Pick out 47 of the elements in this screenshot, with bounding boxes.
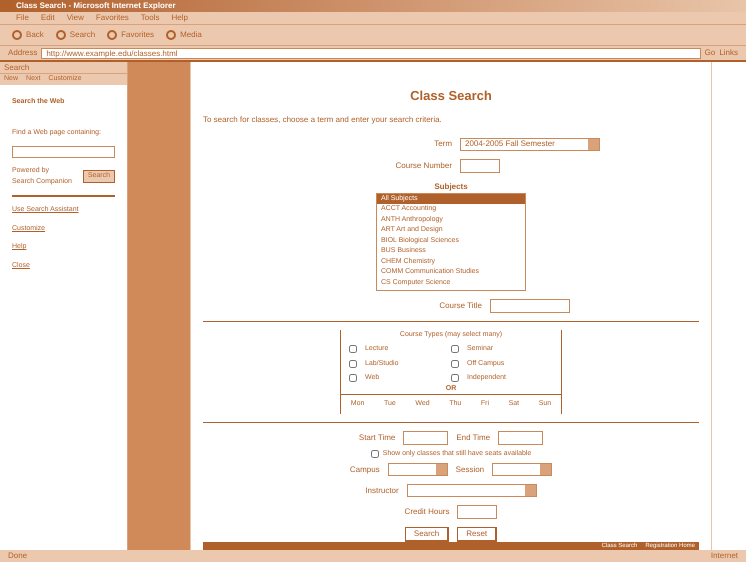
type-checkbox[interactable] <box>349 345 357 354</box>
credits-field[interactable] <box>457 505 498 519</box>
type-checkbox[interactable] <box>451 374 459 382</box>
course-title-field[interactable] <box>490 298 570 312</box>
menu-item[interactable]: Help <box>171 12 188 24</box>
start-time-field[interactable] <box>403 430 448 444</box>
address-field[interactable]: http://www.example.edu/classes.html <box>41 48 701 58</box>
toolbar-button[interactable]: Search <box>56 29 96 41</box>
campus-select[interactable] <box>388 463 448 476</box>
status-text: Done <box>8 550 28 562</box>
end-time-field[interactable] <box>498 430 544 444</box>
page-title: Class Search <box>410 87 492 105</box>
intro-text: To search for classes, choose a term and enter your search criteria. <box>203 114 442 126</box>
term-select[interactable]: 2004-2005 Fall Semester <box>460 138 600 150</box>
session-select[interactable] <box>492 463 552 476</box>
links-label[interactable]: Links <box>719 47 738 59</box>
field-label: Instructor <box>365 484 399 496</box>
menu-item[interactable]: Edit <box>40 12 55 24</box>
zone-label: Internet <box>710 550 738 562</box>
toolbar-button[interactable]: Media <box>166 29 202 41</box>
go-button[interactable]: Go <box>704 47 716 59</box>
type-checkbox[interactable] <box>349 374 357 382</box>
subjects-label: Subjects <box>434 180 468 192</box>
menu-item[interactable]: View <box>66 12 84 24</box>
field-label: Campus <box>350 464 380 476</box>
open-only-checkbox[interactable] <box>370 450 379 458</box>
menu-item[interactable]: File <box>16 12 29 24</box>
field-label: End Time <box>456 432 490 444</box>
toolbar-button[interactable]: Back <box>12 29 44 41</box>
toolbar-button[interactable]: Favorites <box>107 29 154 41</box>
type-checkbox[interactable] <box>349 360 357 368</box>
field-label: Start Time <box>358 432 396 444</box>
field-label: Course Title <box>438 300 482 312</box>
address-label: Address <box>8 47 38 59</box>
field-label: Term <box>433 138 452 150</box>
instructor-select[interactable] <box>406 484 537 497</box>
menu-item[interactable]: Tools <box>140 12 160 24</box>
sidebar-search-field[interactable] <box>12 146 115 158</box>
menu-item[interactable]: Favorites <box>96 12 129 24</box>
sidebar-title: Search <box>0 62 127 73</box>
type-checkbox[interactable] <box>451 360 459 368</box>
field-label: Course Number <box>394 160 452 172</box>
field-label: Session <box>456 464 484 476</box>
field-label: Credit Hours <box>404 506 450 518</box>
title-bar: Class Search - Microsoft Internet Explorer <box>0 0 746 12</box>
course-number-field[interactable] <box>460 158 500 172</box>
type-checkbox[interactable] <box>451 345 459 354</box>
